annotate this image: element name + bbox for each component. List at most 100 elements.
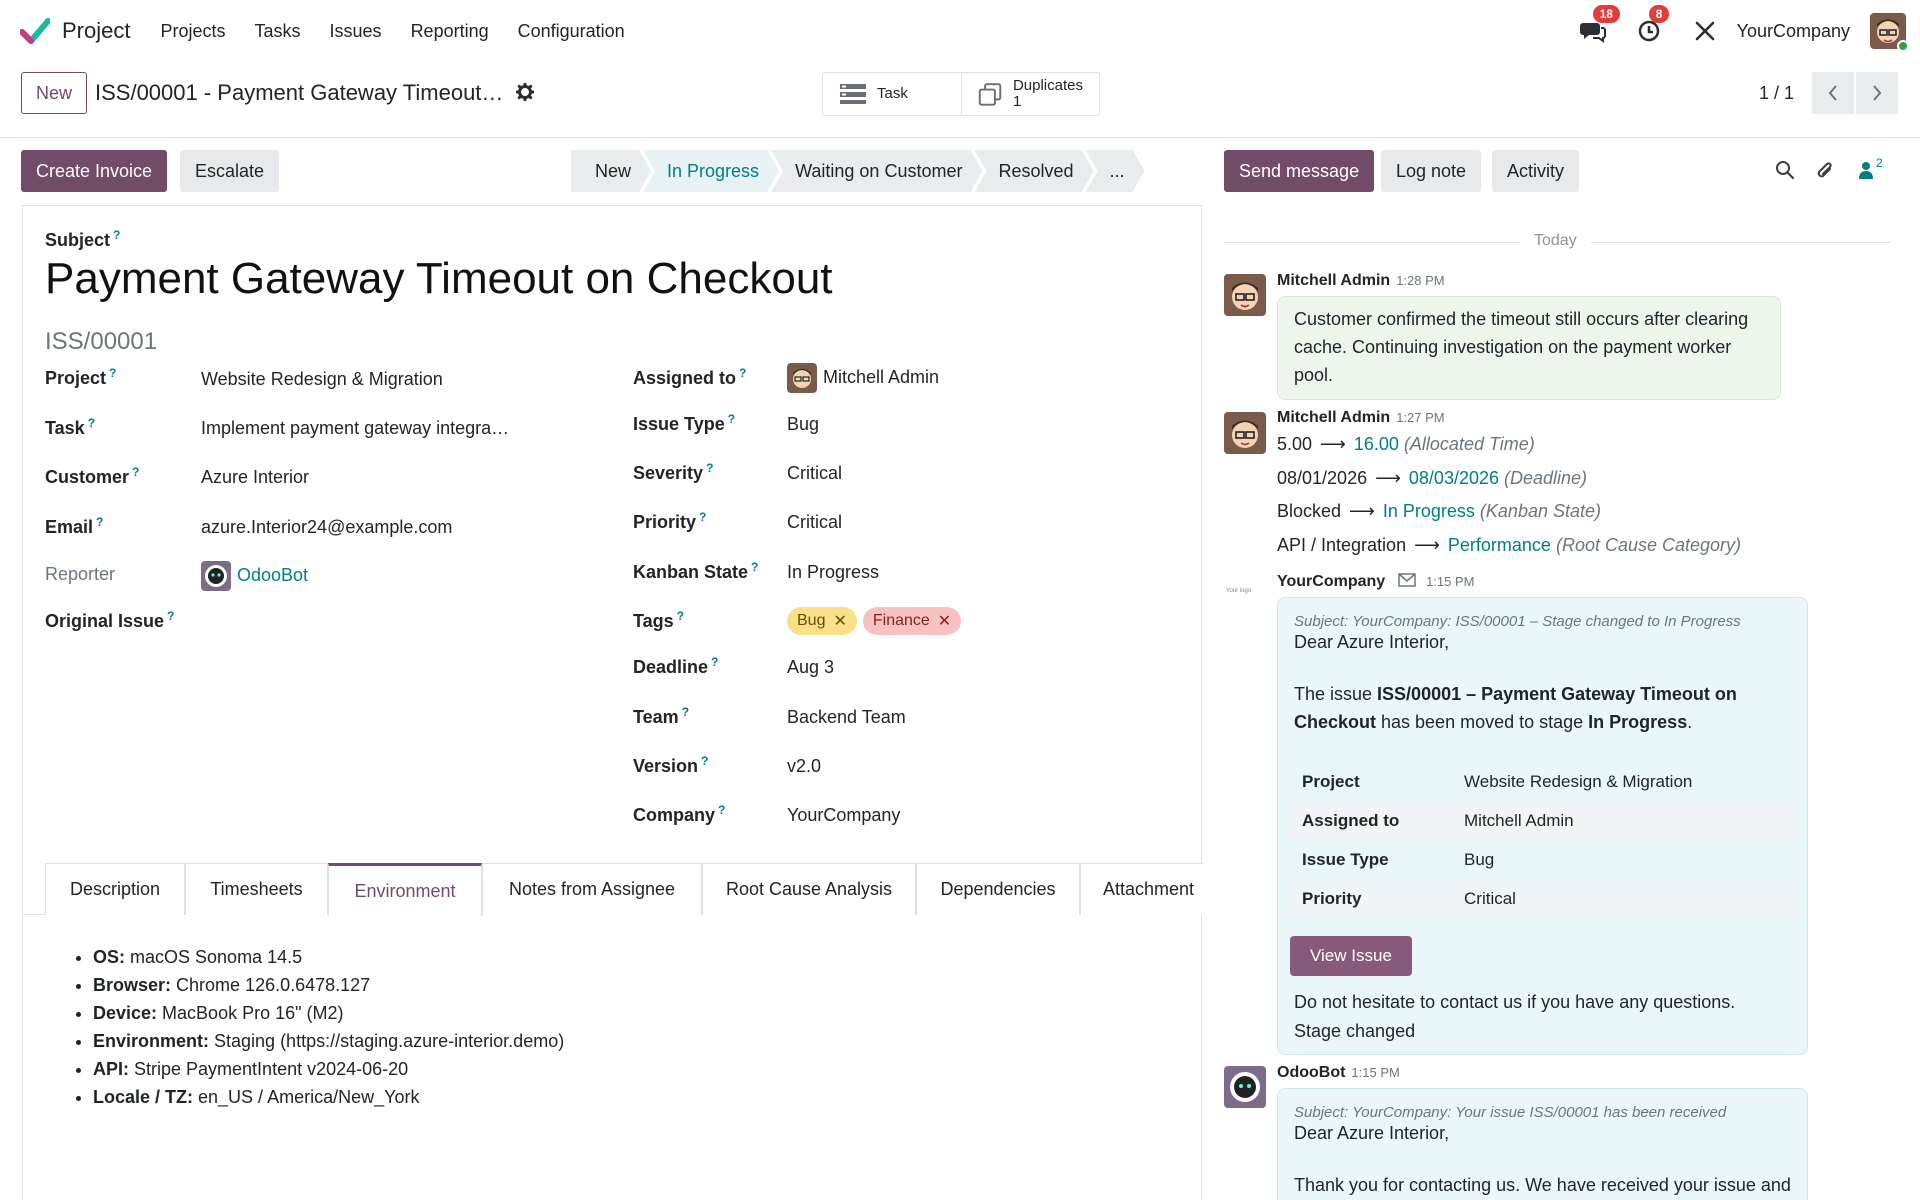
activity-button[interactable]: Activity [1492, 150, 1580, 192]
menu-issues[interactable]: Issues [330, 21, 382, 42]
menu-reporting[interactable]: Reporting [411, 21, 489, 42]
email-message-bubble: Subject: YourCompany: ISS/00001 – Stage … [1277, 597, 1808, 1055]
arrow-right-icon: ⟶ [1349, 501, 1375, 521]
company-switcher[interactable]: YourCompany [1737, 21, 1850, 42]
stage-resolved[interactable]: Resolved [974, 150, 1093, 192]
envelope-icon [1397, 573, 1416, 587]
tab-notes-from-assignee[interactable]: Notes from Assignee [482, 863, 702, 915]
activity-menu[interactable]: 8 [1635, 5, 1670, 45]
message-author[interactable]: OdooBot 1:15 PM [1277, 1064, 1400, 1082]
form-sheet: Subject? Payment Gateway Timeout on Chec… [22, 205, 1203, 1200]
message-footer: Stage changed [1294, 1021, 1416, 1041]
create-invoice-button[interactable]: Create Invoice [21, 150, 168, 192]
help-icon[interactable]: ? [718, 803, 725, 817]
help-icon[interactable]: ? [682, 705, 689, 719]
assigned-to-field[interactable]: Mitchell Admin [787, 363, 939, 393]
message-time: 1:27 PM [1396, 410, 1445, 425]
tags-field[interactable]: Bug ✕ Finance ✕ [787, 607, 967, 635]
help-icon[interactable]: ? [109, 366, 116, 380]
tags-label: Tags? [633, 609, 685, 631]
table-row: Assigned to Mitchell Admin [1290, 801, 1798, 840]
version-field[interactable]: v2.0 [787, 756, 821, 777]
message-author[interactable]: Mitchell Admin 1:27 PM [1277, 409, 1445, 427]
version-label: Version? [633, 754, 709, 776]
pager-previous-button[interactable] [1812, 72, 1854, 114]
menu-configuration[interactable]: Configuration [518, 21, 625, 42]
help-icon[interactable]: ? [167, 609, 174, 623]
help-icon[interactable]: ? [96, 515, 103, 529]
view-issue-button[interactable]: View Issue [1290, 936, 1412, 976]
message-author[interactable]: Mitchell Admin 1:28 PM [1277, 272, 1445, 290]
debug-tools[interactable] [1691, 17, 1719, 45]
help-icon[interactable]: ? [706, 461, 713, 475]
task-smart-button[interactable]: Task [823, 73, 961, 115]
team-field[interactable]: Backend Team [787, 707, 906, 728]
pager-value[interactable]: 1 / 1 [1759, 83, 1794, 104]
tab-environment[interactable]: Environment [328, 863, 482, 916]
reporter-field[interactable]: OdooBot [201, 561, 308, 591]
attachments-button[interactable] [1815, 160, 1835, 187]
issue-title-field[interactable]: Payment Gateway Timeout on Checkout [45, 254, 833, 304]
help-icon[interactable]: ? [88, 416, 95, 430]
task-smart-label: Task [877, 85, 908, 102]
pager-next-button[interactable] [1856, 72, 1898, 114]
notebook-tabs: Description Timesheets Environment Notes… [23, 863, 1203, 916]
author-avatar[interactable] [1224, 1066, 1266, 1108]
message-author[interactable]: YourCompany 1:15 PM [1277, 573, 1474, 591]
help-icon[interactable]: ? [677, 609, 684, 623]
record-actions[interactable] [515, 82, 535, 106]
stage-new[interactable]: New [571, 150, 651, 192]
help-icon[interactable]: ? [739, 366, 746, 380]
help-icon[interactable]: ? [751, 560, 758, 574]
followers-button[interactable]: 2 [1858, 156, 1883, 185]
log-note-button[interactable]: Log note [1381, 150, 1482, 192]
kanban-state-field[interactable]: In Progress [787, 562, 879, 583]
severity-field[interactable]: Critical [787, 463, 842, 484]
author-avatar[interactable] [1224, 412, 1266, 454]
stage-more[interactable]: ... [1086, 150, 1145, 192]
message-time: 1:15 PM [1426, 574, 1475, 589]
company-label: Company? [633, 803, 726, 825]
help-icon[interactable]: ? [113, 228, 120, 242]
task-field[interactable]: Implement payment gateway integra… [201, 418, 509, 439]
table-row: Priority Critical [1290, 879, 1798, 918]
message-time: 1:28 PM [1396, 273, 1445, 288]
reporter-link[interactable]: OdooBot [237, 565, 308, 585]
deadline-field[interactable]: Aug 3 [787, 657, 834, 678]
tag-remove-icon[interactable]: ✕ [833, 611, 846, 631]
email-closing: Do not hesitate to contact us if you hav… [1294, 992, 1736, 1012]
email-message-bubble: Subject: YourCompany: Your issue ISS/000… [1277, 1088, 1808, 1200]
help-icon[interactable]: ? [701, 754, 708, 768]
tab-dependencies[interactable]: Dependencies [916, 863, 1080, 915]
tab-attachment[interactable]: Attachment [1080, 863, 1203, 915]
user-avatar[interactable] [1870, 13, 1909, 52]
customer-field[interactable]: Azure Interior [201, 467, 309, 488]
company-field[interactable]: YourCompany [787, 805, 900, 826]
send-message-button[interactable]: Send message [1224, 150, 1375, 192]
search-messages[interactable] [1775, 160, 1795, 185]
messaging-menu[interactable]: 18 [1579, 5, 1620, 45]
duplicates-smart-button[interactable]: Duplicates 1 [961, 73, 1099, 115]
tab-timesheets[interactable]: Timesheets [185, 863, 328, 915]
app-brand[interactable]: Project [20, 17, 130, 45]
menu-tasks[interactable]: Tasks [255, 21, 301, 42]
tab-root-cause-analysis[interactable]: Root Cause Analysis [702, 863, 916, 915]
email-field[interactable]: azure.Interior24@example.com [201, 517, 452, 538]
priority-field[interactable]: Critical [787, 512, 842, 533]
menu-projects[interactable]: Projects [160, 21, 225, 42]
help-icon[interactable]: ? [699, 510, 706, 524]
escalate-button[interactable]: Escalate [180, 150, 280, 192]
stage-in-progress[interactable]: In Progress [643, 150, 779, 192]
tab-description[interactable]: Description [45, 863, 185, 915]
help-icon[interactable]: ? [728, 412, 735, 426]
help-icon[interactable]: ? [132, 465, 139, 479]
project-field[interactable]: Website Redesign & Migration [201, 369, 443, 390]
author-avatar[interactable] [1224, 274, 1266, 316]
stage-waiting-on-customer[interactable]: Waiting on Customer [771, 150, 982, 192]
tag-remove-icon[interactable]: ✕ [938, 611, 951, 631]
arrow-right-icon: ⟶ [1375, 468, 1401, 488]
new-record-button[interactable]: New [21, 72, 88, 114]
message-bubble: Customer confirmed the timeout still occ… [1277, 296, 1781, 400]
issue-type-field[interactable]: Bug [787, 414, 819, 435]
help-icon[interactable]: ? [711, 655, 718, 669]
